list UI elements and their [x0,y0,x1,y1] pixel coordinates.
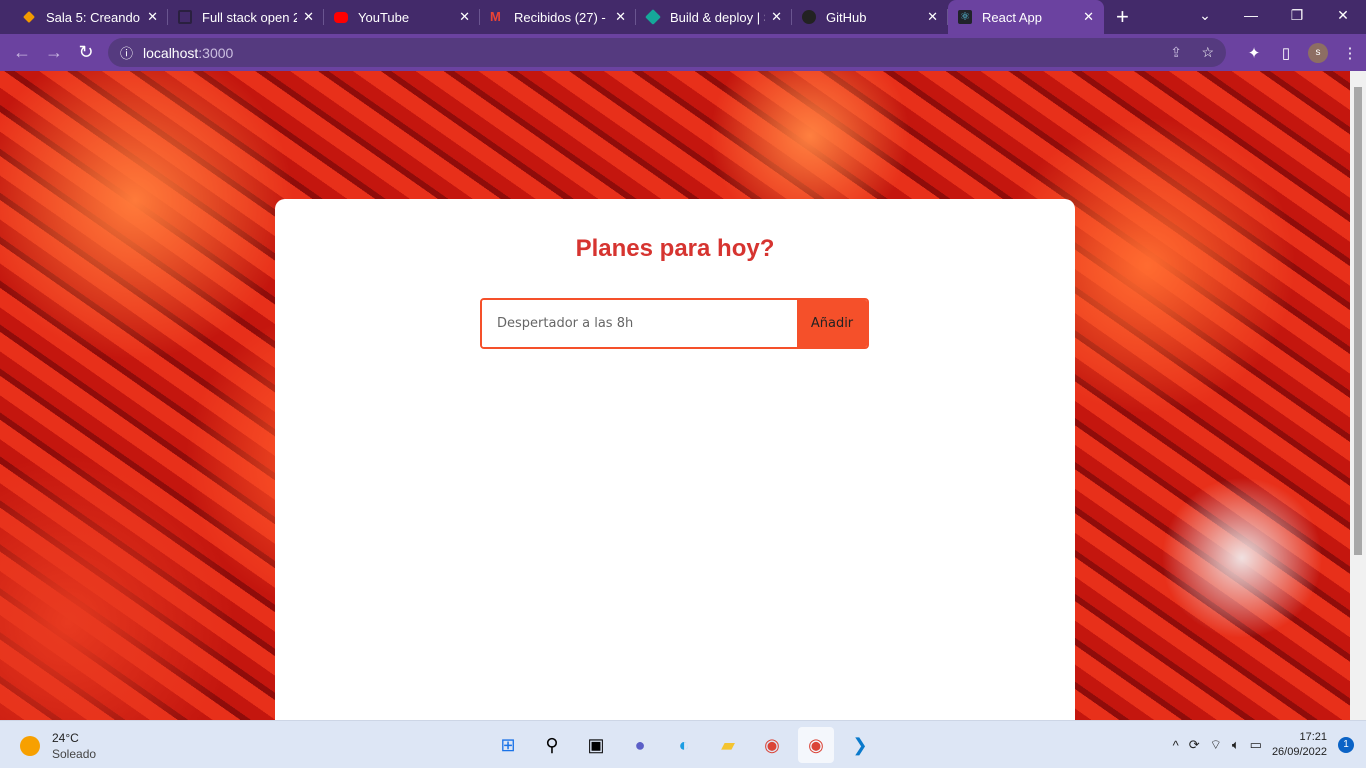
file-explorer-icon[interactable]: ▰ [710,727,746,763]
task-view-icon[interactable]: ▣ [578,727,614,763]
close-tab-icon[interactable]: ✕ [927,9,938,25]
vscode-icon[interactable]: ❯ [842,727,878,763]
battery-icon[interactable]: ▭ [1250,737,1262,753]
close-tab-icon[interactable]: ✕ [615,9,626,25]
tab-fullstack[interactable]: Full stack open 20 ✕ [168,0,324,34]
weather-widget[interactable]: 24°C Soleado [20,731,96,761]
address-bar[interactable]: ⓘ localhost:3000 ⇪ ☆ [108,38,1226,67]
close-tab-icon[interactable]: ✕ [459,9,470,25]
netlify-icon [645,9,661,25]
youtube-icon [334,11,348,23]
menu-icon[interactable]: ⋮ [1334,44,1366,62]
profile-avatar[interactable]: s [1308,42,1328,63]
scrollbar[interactable] [1350,71,1366,720]
wifi-icon[interactable]: ⌔ [1210,737,1222,753]
chrome-profile-icon[interactable]: ◉ [798,727,834,763]
new-tab-button[interactable]: + [1116,4,1129,30]
page-icon [178,10,192,24]
tab-youtube[interactable]: YouTube ✕ [324,0,480,34]
todo-card: Planes para hoy? Añadir [275,199,1075,720]
github-icon [802,10,816,24]
react-icon: ⚛ [958,10,972,24]
chrome-icon[interactable]: ◉ [754,727,790,763]
info-icon[interactable]: ⓘ [120,43,133,62]
close-tab-icon[interactable]: ✕ [303,9,314,25]
taskbar: 24°C Soleado ⊞ ⚲ ▣ ● ◐ ▰ ◉ ◉ ❯ ^ ⟳ ⌔ 🔈︎ ▭… [0,720,1366,768]
tab-search-icon[interactable]: ⌄ [1182,0,1228,30]
close-tab-icon[interactable]: ✕ [771,9,782,25]
todo-form: Añadir [480,298,869,349]
search-icon[interactable]: ⚲ [534,727,570,763]
sun-icon [20,736,40,756]
clock[interactable]: 17:21 26/09/2022 [1272,730,1327,760]
gmail-icon: M [490,9,501,24]
browser-toolbar: ← → ↻ ⓘ localhost:3000 ⇪ ☆ ✦ ▯ s ⋮ [0,34,1366,71]
todo-input[interactable] [482,300,797,347]
tab-github[interactable]: GitHub ✕ [792,0,948,34]
scrollbar-thumb[interactable] [1354,87,1362,555]
restore-button[interactable]: ❐ [1274,0,1320,30]
notification-badge[interactable]: 1 [1338,737,1354,753]
page-title: Planes para hoy? [575,235,775,262]
page-background: Planes para hoy? Añadir [0,71,1350,720]
start-icon[interactable]: ⊞ [490,727,526,763]
volume-icon[interactable]: 🔈︎ [1232,737,1240,753]
close-window-button[interactable]: ✕ [1320,0,1366,30]
teams-chat-icon[interactable]: ● [622,727,658,763]
minimize-button[interactable]: — [1228,0,1274,30]
tab-netlify[interactable]: Build & deploy | S ✕ [636,0,792,34]
diamond-icon [23,11,35,23]
tab-gmail[interactable]: M Recibidos (27) - g ✕ [480,0,636,34]
forward-button[interactable]: → [38,42,70,63]
reload-button[interactable]: ↻ [70,42,102,63]
tab-react-app[interactable]: ⚛ React App ✕ [948,0,1104,34]
extensions-icon[interactable]: ✦ [1238,44,1270,62]
back-button[interactable]: ← [6,42,38,63]
close-tab-icon[interactable]: ✕ [1083,9,1094,25]
bookmark-star-icon[interactable]: ☆ [1201,44,1214,61]
close-tab-icon[interactable]: ✕ [147,9,158,25]
add-button[interactable]: Añadir [797,300,867,347]
show-hidden-icons[interactable]: ^ [1173,738,1179,753]
edge-icon[interactable]: ◐ [666,727,702,763]
side-panel-icon[interactable]: ▯ [1270,44,1302,62]
sync-icon[interactable]: ⟳ [1189,737,1200,753]
share-icon[interactable]: ⇪ [1170,44,1182,61]
tab-strip: Sala 5: Creando e ✕ Full stack open 20 ✕ Y… [0,0,1366,34]
tab-sala5[interactable]: Sala 5: Creando e ✕ [12,0,168,34]
